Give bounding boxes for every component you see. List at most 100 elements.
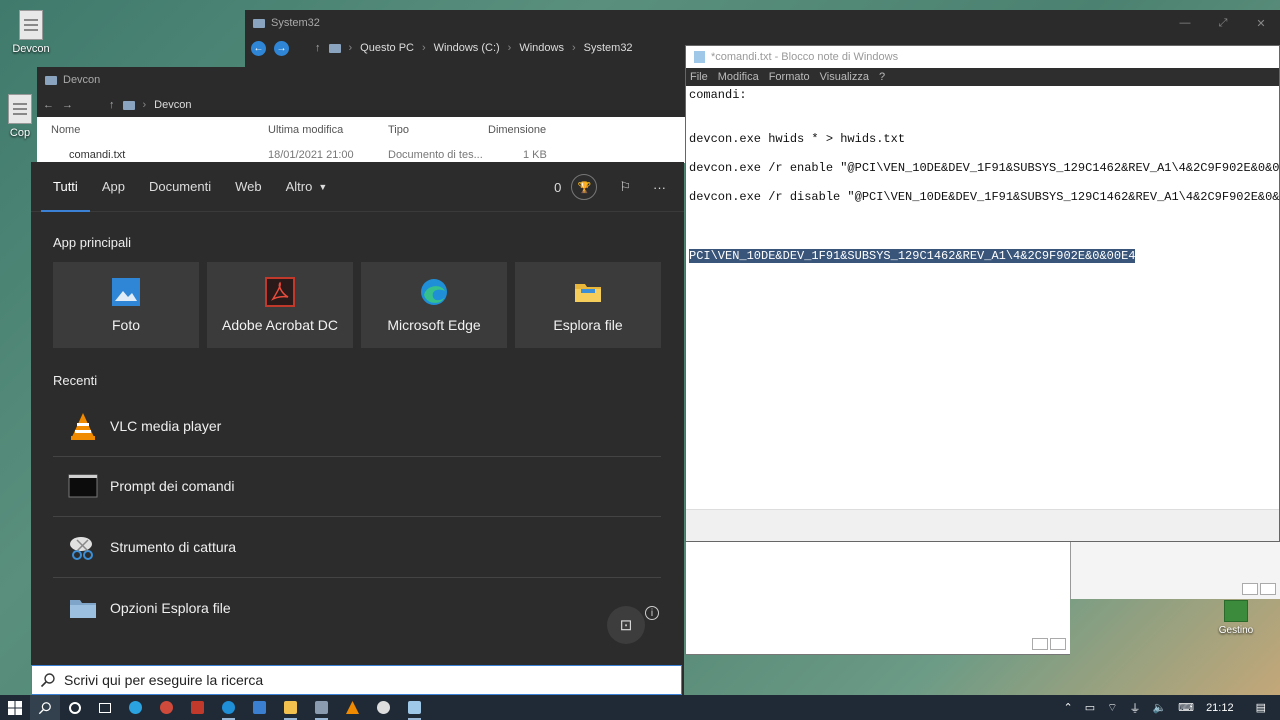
acrobat-icon <box>191 701 204 714</box>
taskbar-app-telegram[interactable] <box>120 695 151 720</box>
device-manager-icon <box>315 701 328 714</box>
file-explorer-icon <box>575 284 601 302</box>
tab-tutti[interactable]: Tutti <box>41 162 90 212</box>
minimize-button[interactable]: — <box>1166 17 1204 30</box>
close-button[interactable]: ✕ <box>1242 17 1280 30</box>
tab-app[interactable]: App <box>90 162 137 212</box>
tab-documenti[interactable]: Documenti <box>137 162 223 212</box>
breadcrumb-item[interactable]: Questo PC <box>360 42 414 54</box>
app-tile-esplora-file[interactable]: Esplora file <box>515 262 661 348</box>
details-view-icon[interactable] <box>1032 638 1048 650</box>
text-editor[interactable]: comandi: devcon.exe hwids * > hwids.txt … <box>686 86 1280 265</box>
desktop-icon-cop[interactable]: Cop <box>0 94 40 139</box>
battery-icon[interactable]: ▭ <box>1085 701 1095 714</box>
telegram-icon <box>129 701 142 714</box>
tab-altro[interactable]: Altro ▼ <box>274 162 340 212</box>
titlebar: *comandi.txt - Blocco note di Windows <box>686 46 1279 68</box>
taskbar-app-chrome[interactable] <box>151 695 182 720</box>
app-tile-edge[interactable]: Microsoft Edge <box>361 262 507 348</box>
folder-icon <box>328 43 341 53</box>
column-header-name[interactable]: Nome <box>51 124 80 136</box>
taskbar-app-mail[interactable] <box>244 695 275 720</box>
rewards-icon[interactable]: 🏆 <box>571 174 598 200</box>
ime-icon[interactable]: ⌨ <box>1178 701 1194 714</box>
taskbar: ⌃ ▭ ⌔ ⏚ 🔈 ⌨ 21:12 ▤ <box>0 695 1280 720</box>
view-toggle[interactable] <box>1242 583 1276 595</box>
text-line <box>689 117 1276 132</box>
desktop-icon-gestino[interactable]: Gestino <box>1214 600 1258 636</box>
desktop-icon-devcon[interactable]: Devcon <box>2 10 60 55</box>
file-modified: 18/01/2021 21:00 <box>268 149 354 161</box>
taskbar-app-acrobat[interactable] <box>182 695 213 720</box>
file-size: 1 KB <box>523 149 547 161</box>
search-input[interactable] <box>64 672 624 688</box>
desktop-icon-label: Gestino <box>1218 625 1254 636</box>
taskbar-app-notepad[interactable] <box>399 695 430 720</box>
visual-search-icon[interactable]: ⊡ <box>607 606 645 644</box>
app-tile-label: Microsoft Edge <box>387 317 481 333</box>
file-name[interactable]: comandi.txt <box>69 149 125 161</box>
tiles-view-icon[interactable] <box>1260 583 1276 595</box>
explorer-window-devcon: Devcon ← → ↑ › Devcon Nome Ultima modifi… <box>37 67 687 163</box>
breadcrumb-item[interactable]: Windows (C:) <box>434 42 500 54</box>
forward-icon[interactable]: → <box>62 99 73 111</box>
app-tile-foto[interactable]: Foto <box>53 262 199 348</box>
details-view-icon[interactable] <box>1242 583 1258 595</box>
background-window <box>1070 542 1280 599</box>
back-icon[interactable]: ← <box>43 99 54 111</box>
column-header-type[interactable]: Tipo <box>388 124 409 136</box>
app-tile-acrobat[interactable]: Adobe Acrobat DC <box>207 262 353 348</box>
taskbar-app-file-explorer[interactable] <box>275 695 306 720</box>
selected-text-line: PCI\VEN_10DE&DEV_1F91&SUBSYS_129C1462&RE… <box>689 248 1276 264</box>
info-icon[interactable]: i <box>645 606 659 620</box>
taskbar-app-device-manager[interactable] <box>306 695 337 720</box>
search-icon <box>38 701 51 714</box>
edge-icon <box>421 279 447 305</box>
up-icon[interactable]: ↑ <box>109 99 115 111</box>
breadcrumb-item[interactable]: Windows <box>519 42 564 54</box>
usb-icon[interactable]: ⏚ <box>1129 700 1140 716</box>
photos-icon <box>112 278 140 306</box>
chevron-up-icon[interactable]: ⌃ <box>1064 701 1073 714</box>
taskbar-search-box[interactable] <box>31 665 682 695</box>
taskbar-app-edge[interactable] <box>213 695 244 720</box>
column-header-modified[interactable]: Ultima modifica <box>268 124 343 136</box>
cortana-button[interactable] <box>60 695 90 720</box>
recent-item-vlc[interactable]: VLC media player <box>53 396 661 457</box>
edge-icon <box>222 701 235 714</box>
recent-item-snipping-tool[interactable]: Strumento di cattura <box>53 517 661 578</box>
breadcrumb-item[interactable]: System32 <box>584 42 633 54</box>
network-icon[interactable]: ⌔ <box>1107 701 1117 715</box>
clock[interactable]: 21:12 <box>1206 702 1234 714</box>
back-icon[interactable]: ← <box>251 40 266 56</box>
volume-icon[interactable]: 🔈 <box>1152 701 1166 714</box>
maximize-button[interactable]: ⤢ <box>1204 17 1242 30</box>
breadcrumb-item[interactable]: Devcon <box>154 99 191 111</box>
more-options-icon[interactable]: ··· <box>653 180 666 195</box>
recent-item-cmd[interactable]: Prompt dei comandi <box>53 457 661 518</box>
column-header-size[interactable]: Dimensione <box>488 124 546 136</box>
tiles-view-icon[interactable] <box>1050 638 1066 650</box>
taskbar-app-settings[interactable] <box>368 695 399 720</box>
view-toggle[interactable] <box>1032 638 1066 650</box>
task-view-button[interactable] <box>90 695 120 720</box>
menu-file[interactable]: File <box>690 71 708 83</box>
taskbar-app-vlc[interactable] <box>337 695 368 720</box>
forward-icon[interactable]: → <box>274 40 289 56</box>
notepad-icon <box>694 51 705 63</box>
menu-visualizza[interactable]: Visualizza <box>820 71 869 83</box>
search-button[interactable] <box>30 695 60 720</box>
chevron-right-icon: › <box>348 42 353 54</box>
menu-help[interactable]: ? <box>879 71 885 83</box>
recent-item-folder-options[interactable]: Opzioni Esplora file <box>53 578 661 639</box>
desktop-icon-label: Cop <box>9 127 31 139</box>
up-icon[interactable]: ↑ <box>315 42 321 54</box>
address-bar[interactable]: ← → ↑ › Devcon <box>37 93 687 117</box>
notifications-icon[interactable]: ▤ <box>1256 701 1266 714</box>
start-button[interactable] <box>0 695 30 720</box>
feedback-icon[interactable]: ⚐ <box>619 179 631 195</box>
menu-formato[interactable]: Formato <box>769 71 810 83</box>
tab-web[interactable]: Web <box>223 162 274 212</box>
menu-modifica[interactable]: Modifica <box>718 71 759 83</box>
window-controls: — ⤢ ✕ <box>1166 17 1280 30</box>
